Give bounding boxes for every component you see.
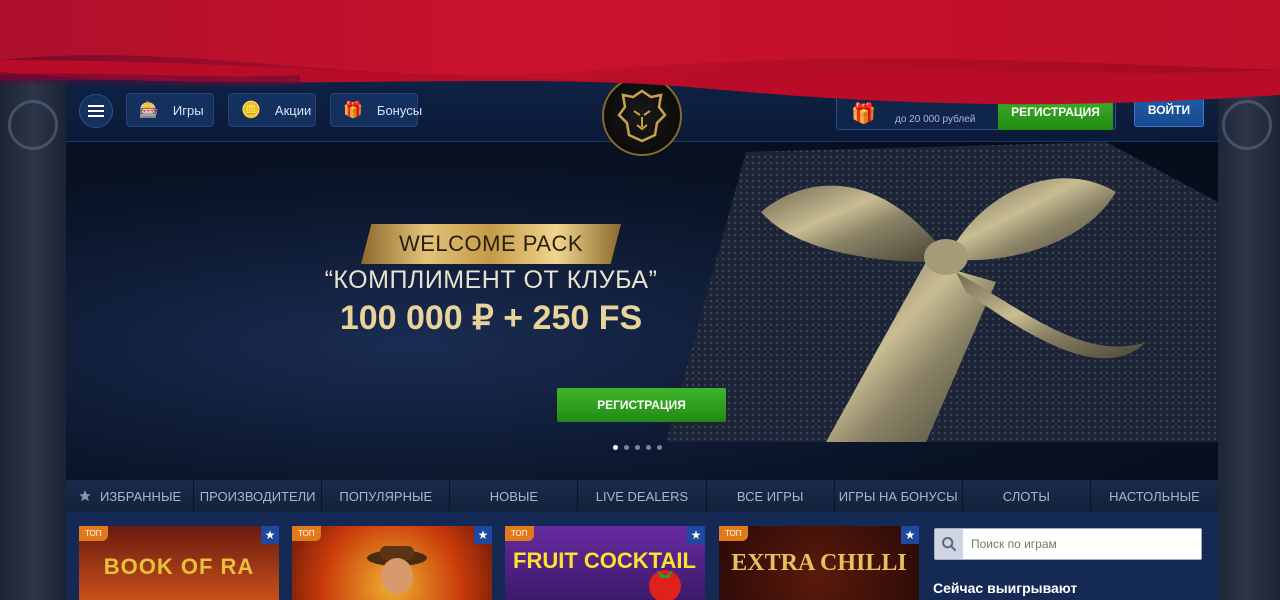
banner-headline: 100 000 ₽ + 250 FS bbox=[339, 299, 643, 337]
game-search-box bbox=[934, 528, 1202, 560]
coin-icon: 🪙 bbox=[241, 102, 261, 119]
banner-subtitle: “КОМПЛИМЕНТ ОТ КЛУБА” bbox=[324, 266, 658, 294]
hamburger-icon bbox=[88, 105, 104, 117]
explorer-character-icon bbox=[367, 546, 427, 594]
register-button-banner[interactable]: РЕГИСТРАЦИЯ bbox=[557, 388, 726, 422]
tab-table-games[interactable]: НАСТОЛЬНЫЕ bbox=[1090, 480, 1218, 512]
register-button-header[interactable]: РЕГИСТРАЦИЯ bbox=[998, 94, 1113, 130]
tab-slots[interactable]: СЛОТЫ bbox=[962, 480, 1091, 512]
tab-bonus-games-label: ИГРЫ НА БОНУСЫ bbox=[838, 488, 958, 504]
nav-games-button[interactable]: 🎰 Игры bbox=[126, 93, 214, 127]
slot-machine-icon: 🎰 bbox=[139, 102, 159, 119]
strawberry-icon bbox=[649, 570, 681, 600]
promo-banner: WELCOME PACK “КОМПЛИМЕНТ ОТ КЛУБА” 100 0… bbox=[66, 142, 1218, 480]
carousel-dots bbox=[613, 445, 662, 450]
tab-live-dealers[interactable]: LIVE DEALERS bbox=[578, 480, 707, 512]
bonus-amount-subtext: до 20 000 рублей bbox=[895, 114, 976, 125]
carousel-dot[interactable] bbox=[646, 445, 651, 450]
ornament-icon bbox=[1222, 100, 1272, 150]
game-title: EXTRA CHILLI bbox=[731, 550, 907, 576]
carousel-dot[interactable] bbox=[624, 445, 629, 450]
favorite-star-icon[interactable]: ★ bbox=[261, 526, 279, 544]
games-section: BOOK OF RA ТОП ★ ТОП ★ FRUIT COCKTAIL ТО… bbox=[66, 512, 1218, 600]
tab-all-games[interactable]: ВСЕ ИГРЫ bbox=[706, 480, 835, 512]
lion-logo-icon bbox=[617, 89, 667, 143]
carousel-dot[interactable] bbox=[613, 445, 618, 450]
game-tile[interactable]: ТОП ★ bbox=[292, 526, 492, 600]
site-logo[interactable] bbox=[602, 76, 682, 156]
top-badge: ТОП bbox=[719, 526, 748, 541]
tab-live-dealers-label: LIVE DEALERS bbox=[595, 488, 689, 504]
tab-slots-label: СЛОТЫ bbox=[1002, 488, 1050, 504]
winning-now-heading: Сейчас выигрывают bbox=[933, 580, 1078, 596]
search-input[interactable] bbox=[963, 529, 1201, 559]
gift-box-illustration bbox=[666, 142, 1218, 442]
top-badge: ТОП bbox=[505, 526, 534, 541]
gift-stack-icon: 🎁 bbox=[851, 103, 876, 125]
left-decorative-frame bbox=[0, 80, 66, 600]
tab-table-games-label: НАСТОЛЬНЫЕ bbox=[1109, 488, 1200, 504]
nav-promotions-label: Акции bbox=[274, 102, 312, 118]
tab-all-games-label: ВСЕ ИГРЫ bbox=[736, 488, 804, 504]
carousel-dot[interactable] bbox=[657, 445, 662, 450]
favorite-star-icon[interactable]: ★ bbox=[901, 526, 919, 544]
top-badge: ТОП bbox=[79, 526, 108, 541]
nav-games-label: Игры bbox=[172, 102, 204, 118]
nav-promotions-button[interactable]: 🪙 Акции bbox=[228, 93, 316, 127]
right-decorative-frame bbox=[1214, 80, 1280, 600]
favorite-star-icon[interactable]: ★ bbox=[687, 526, 705, 544]
site-header: 🎰 Игры 🪙 Акции 🎁 Бонусы 🎁 до 20 000 рубл… bbox=[66, 76, 1218, 156]
tab-new[interactable]: НОВЫЕ bbox=[450, 480, 579, 512]
nav-bonuses-button[interactable]: 🎁 Бонусы bbox=[330, 93, 422, 127]
gift-icon: 🎁 bbox=[343, 102, 363, 119]
star-icon bbox=[79, 490, 91, 502]
game-tile[interactable]: EXTRA CHILLI ТОП ★ bbox=[719, 526, 919, 600]
game-tile[interactable]: FRUIT COCKTAIL ТОП ★ bbox=[505, 526, 705, 600]
favorite-star-icon[interactable]: ★ bbox=[474, 526, 492, 544]
tab-popular[interactable]: ПОПУЛЯРНЫЕ bbox=[322, 480, 451, 512]
tab-favorites-label: ИЗБРАННЫЕ bbox=[99, 488, 182, 504]
tab-popular-label: ПОПУЛЯРНЫЕ bbox=[339, 488, 433, 504]
login-button[interactable]: ВОЙТИ bbox=[1134, 93, 1204, 127]
carousel-dot[interactable] bbox=[635, 445, 640, 450]
category-tabs: ИЗБРАННЫЕ ПРОИЗВОДИТЕЛИ ПОПУЛЯРНЫЕ НОВЫЕ… bbox=[66, 480, 1218, 512]
tab-providers[interactable]: ПРОИЗВОДИТЕЛИ bbox=[194, 480, 323, 512]
top-badge: ТОП bbox=[292, 526, 321, 541]
tab-new-label: НОВЫЕ bbox=[489, 488, 539, 504]
menu-button[interactable] bbox=[79, 94, 113, 128]
welcome-pack-ribbon: WELCOME PACK bbox=[361, 224, 621, 264]
game-tile[interactable]: BOOK OF RA ТОП ★ bbox=[79, 526, 279, 600]
nav-bonuses-label: Бонусы bbox=[376, 102, 423, 118]
search-icon[interactable] bbox=[935, 529, 963, 559]
tab-providers-label: ПРОИЗВОДИТЕЛИ bbox=[199, 488, 316, 504]
tab-bonus-games[interactable]: ИГРЫ НА БОНУСЫ bbox=[834, 480, 963, 512]
game-title: BOOK OF RA bbox=[103, 554, 255, 579]
tab-favorites[interactable]: ИЗБРАННЫЕ bbox=[66, 480, 195, 512]
ornament-icon bbox=[8, 100, 58, 150]
